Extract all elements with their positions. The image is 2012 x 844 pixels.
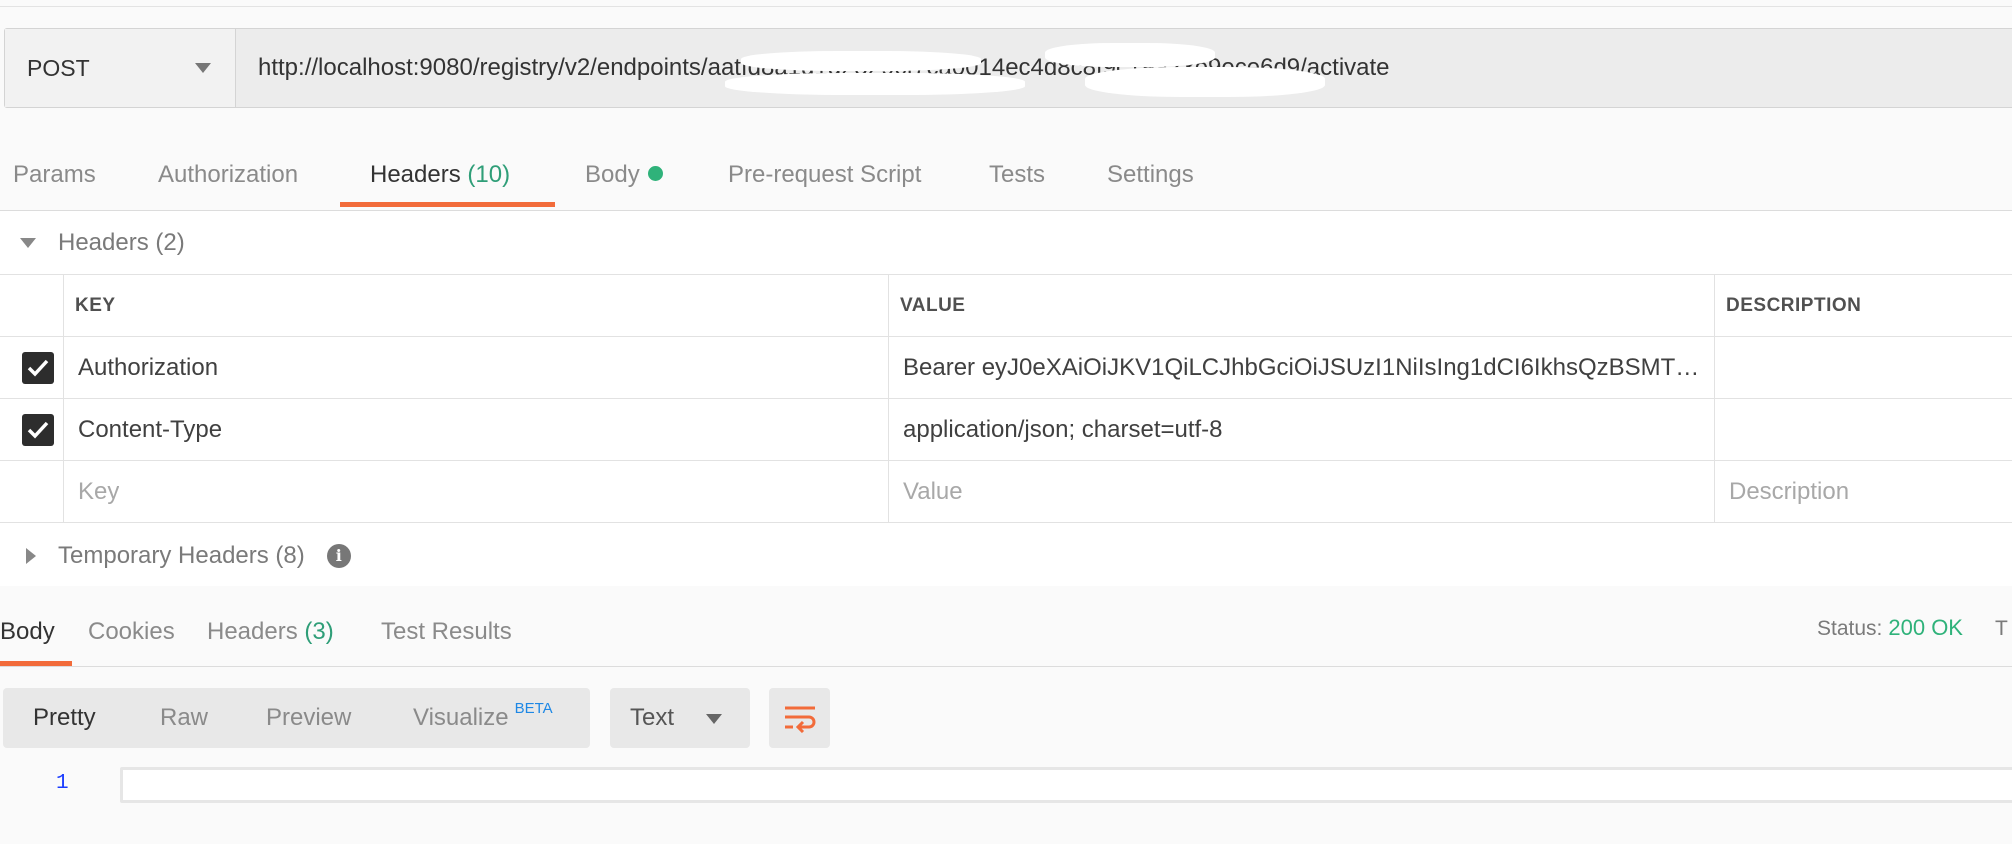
format-visualize[interactable]: Visualize BETA xyxy=(413,688,553,748)
caret-down-icon xyxy=(20,238,36,248)
tab-response-body[interactable]: Body xyxy=(0,618,55,646)
row-enabled-checkbox[interactable] xyxy=(22,414,54,446)
info-icon[interactable]: i xyxy=(326,544,351,568)
tab-response-cookies[interactable]: Cookies xyxy=(88,618,175,646)
active-tab-indicator xyxy=(340,202,555,207)
status-value: 200 OK xyxy=(1888,615,1963,640)
request-tabs: Params Authorization Headers (10) Body P… xyxy=(0,150,2012,211)
headers-panel: Headers (2) KEY VALUE DESCRIPTION Author… xyxy=(0,211,2012,586)
header-value-cell[interactable]: Bearer eyJ0eXAiOiJKV1QiLCJhbGciOiJSUzI1N… xyxy=(903,337,1703,398)
body-format-group: Pretty Raw Preview Visualize BETA xyxy=(3,688,590,748)
header-description-cell[interactable] xyxy=(1729,337,2009,398)
header-value-cell[interactable]: application/json; charset=utf-8 xyxy=(903,399,1703,460)
redaction-mark xyxy=(1045,43,1215,67)
language-select[interactable]: Text xyxy=(610,688,750,748)
table-row-new: Key Value Description xyxy=(0,460,2012,523)
line-number: 1 xyxy=(56,772,69,795)
table-row: Content-Type application/json; charset=u… xyxy=(0,398,2012,460)
check-icon xyxy=(27,421,49,439)
table-header-row: KEY VALUE DESCRIPTION xyxy=(0,274,2012,336)
description-input[interactable]: Description xyxy=(1729,461,1849,522)
headers-section-title: Headers (2) xyxy=(58,229,185,256)
redaction-mark xyxy=(725,73,1025,95)
tab-authorization[interactable]: Authorization xyxy=(158,150,298,208)
headers-section-toggle[interactable]: Headers (2) xyxy=(20,229,185,257)
language-label: Text xyxy=(630,704,675,731)
chevron-down-icon xyxy=(195,63,211,73)
key-input[interactable]: Key xyxy=(78,461,119,522)
tab-test-results[interactable]: Test Results xyxy=(381,618,512,646)
column-key: KEY xyxy=(75,295,116,316)
tab-params[interactable]: Params xyxy=(13,150,96,208)
redaction-mark xyxy=(1085,67,1325,97)
value-input[interactable]: Value xyxy=(903,461,963,522)
wrap-lines-button[interactable] xyxy=(769,688,830,748)
column-value: VALUE xyxy=(900,295,966,316)
tab-response-headers[interactable]: Headers (3) xyxy=(207,618,334,646)
request-bar: POST http://localhost:9080/registry/v2/e… xyxy=(4,28,2012,108)
caret-right-icon xyxy=(26,548,36,564)
active-response-tab-indicator xyxy=(0,661,72,666)
check-icon xyxy=(27,359,49,377)
header-key-cell[interactable]: Content-Type xyxy=(78,399,878,460)
temporary-headers-title: Temporary Headers (8) xyxy=(58,542,305,569)
response-tabs: Body Cookies Headers (3) Test Results xyxy=(0,586,2012,667)
column-description: DESCRIPTION xyxy=(1726,295,1862,316)
chevron-down-icon xyxy=(706,714,722,724)
format-raw[interactable]: Raw xyxy=(160,688,208,748)
headers-table: KEY VALUE DESCRIPTION Authorization Bear… xyxy=(0,274,2012,523)
header-description-cell[interactable] xyxy=(1729,399,2009,460)
tab-pre-request-script[interactable]: Pre-request Script xyxy=(728,150,921,208)
row-enabled-checkbox[interactable] xyxy=(22,352,54,384)
method-select[interactable]: POST xyxy=(5,29,236,107)
response-status: Status: 200 OK T xyxy=(1817,615,2008,640)
tab-headers-count: (10) xyxy=(467,161,511,188)
wrap-lines-icon xyxy=(784,706,815,733)
temporary-headers-toggle[interactable]: Temporary Headers (8) i xyxy=(26,542,351,570)
tab-settings[interactable]: Settings xyxy=(1107,150,1194,208)
tab-body[interactable]: Body xyxy=(585,150,663,208)
format-pretty[interactable]: Pretty xyxy=(33,688,96,748)
beta-badge: BETA xyxy=(514,700,553,717)
header-key-cell[interactable]: Authorization xyxy=(78,337,878,398)
format-preview[interactable]: Preview xyxy=(266,688,351,748)
response-editor[interactable] xyxy=(120,767,2012,803)
redaction-mark xyxy=(741,51,981,71)
tab-headers[interactable]: Headers (10) xyxy=(370,150,510,208)
body-indicator-dot xyxy=(647,166,663,182)
method-label: POST xyxy=(27,54,90,81)
tab-tests[interactable]: Tests xyxy=(989,150,1045,208)
table-row: Authorization Bearer eyJ0eXAiOiJKV1QiLCJ… xyxy=(0,336,2012,398)
top-divider xyxy=(0,6,2012,7)
